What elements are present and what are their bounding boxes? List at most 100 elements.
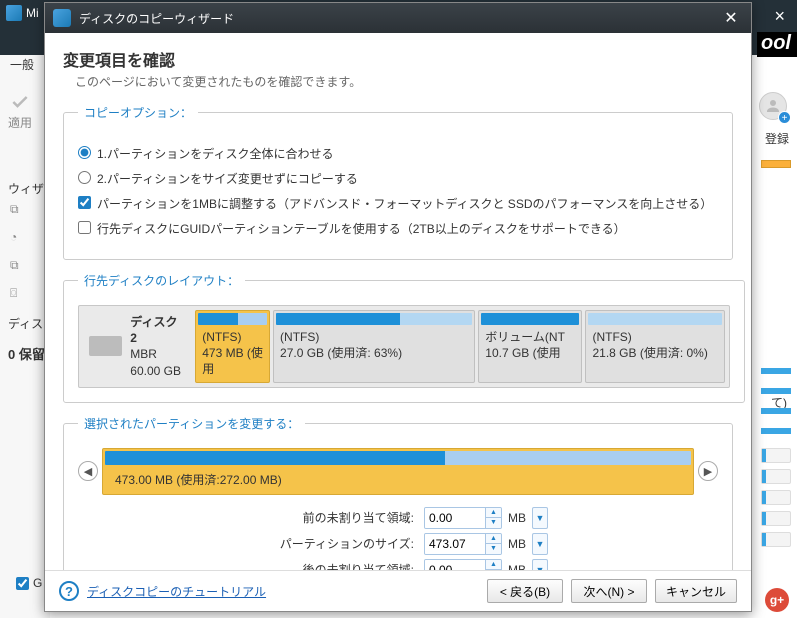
partition-1-fs: (NTFS) <box>202 329 263 345</box>
page-heading: 変更項目を確認 <box>63 47 733 71</box>
before-space-label: 前の未割り当て領域: <box>248 509 418 526</box>
copy-option-2[interactable]: 2.パーティションをサイズ変更せずにコピーする <box>78 170 718 187</box>
bg-left-panel <box>0 55 50 618</box>
after-space-spinner[interactable]: ▲▼ <box>424 559 502 570</box>
before-space-input[interactable] <box>425 508 485 528</box>
google-plus-icon[interactable]: g+ <box>765 588 789 612</box>
sidebar-icons: ⧉ ◔ ⧉ ⌼ <box>10 202 26 302</box>
copy-option-1-radio[interactable] <box>78 146 91 159</box>
copy-option-1[interactable]: 1.パーティションをディスク全体に合わせる <box>78 145 718 162</box>
after-space-label: 後の未割り当て領域: <box>248 561 418 570</box>
size-unit: MB <box>508 537 526 551</box>
partition-4-size: 21.8 GB (使用済: 0%) <box>592 345 718 361</box>
copy-option-2-radio[interactable] <box>78 171 91 184</box>
partition-size-label: パーティションのサイズ: <box>248 535 418 552</box>
check-icon <box>6 92 34 112</box>
copy-disk-wizard-dialog: ディスクのコピーウィザード ✕ 変更項目を確認 このページにおいて変更されたもの… <box>44 2 752 612</box>
align-1mb-checkbox[interactable] <box>78 196 91 209</box>
partition-2-fs: (NTFS) <box>280 329 468 345</box>
up-arrow-icon[interactable]: ▲ <box>486 508 501 519</box>
wizard-icon <box>53 9 71 27</box>
disk-name: ディスク 2 <box>130 314 186 346</box>
back-button[interactable]: < 戻る(B) <box>487 579 563 603</box>
up-arrow-icon[interactable]: ▲ <box>486 534 501 545</box>
after-unit: MB <box>508 563 526 570</box>
sidebar-icon-3[interactable]: ⧉ <box>10 258 26 274</box>
sidebar-icon-4[interactable]: ⌼ <box>10 286 26 302</box>
g-checkbox-input[interactable] <box>16 577 29 590</box>
size-unit-dropdown[interactable]: ▼ <box>532 533 548 555</box>
disk-info: ディスク 2 MBR 60.00 GB <box>83 310 192 383</box>
align-1mb-label: パーティションを1MBに調整する（アドバンスド・フォーマットディスクと SSDの… <box>97 195 712 212</box>
down-arrow-icon[interactable]: ▼ <box>486 544 501 554</box>
after-space-input[interactable] <box>425 560 485 570</box>
align-1mb-option[interactable]: パーティションを1MBに調整する（アドバンスド・フォーマットディスクと SSDの… <box>78 195 718 212</box>
disk-icon <box>89 336 122 356</box>
dialog-title: ディスクのコピーウィザード <box>79 10 711 27</box>
sidebar-wizard-label: ウィザ <box>8 180 44 197</box>
sidebar-icon-1[interactable]: ⧉ <box>10 202 26 218</box>
disk-size: 60.00 GB <box>130 363 186 379</box>
size-fields: 前の未割り当て領域: ▲▼ MB ▼ パーティションのサイズ: ▲▼ MB <box>78 507 718 570</box>
bg-close-icon[interactable]: × <box>774 6 785 27</box>
next-button[interactable]: 次へ(N) > <box>571 579 647 603</box>
before-unit: MB <box>508 511 526 525</box>
guid-checkbox[interactable] <box>78 221 91 234</box>
after-unit-dropdown[interactable]: ▼ <box>532 559 548 570</box>
disk-type: MBR <box>130 346 186 362</box>
disk-layout: ディスク 2 MBR 60.00 GB (NTFS) 473 MB (使用 (N… <box>78 305 730 388</box>
selected-partition-group: 選択されたパーティションを変更する： ◀ 473.00 MB (使用済:272.… <box>63 415 733 570</box>
dialog-footer: ? ディスクコピーのチュートリアル < 戻る(B) 次へ(N) > キャンセル <box>45 570 751 611</box>
down-arrow-icon[interactable]: ▼ <box>486 518 501 528</box>
dialog-titlebar: ディスクのコピーウィザード ✕ <box>45 3 751 33</box>
close-icon[interactable]: ✕ <box>719 6 743 30</box>
app-icon <box>6 5 22 21</box>
login-label[interactable]: 登録 <box>765 130 789 147</box>
apply-label: 適用 <box>8 114 32 131</box>
next-partition-button[interactable]: ▶ <box>698 461 718 481</box>
partition-size-spinner[interactable]: ▲▼ <box>424 533 502 555</box>
selected-partition-caption: 473.00 MB (使用済:272.00 MB) <box>105 471 691 488</box>
cancel-button[interactable]: キャンセル <box>655 579 737 603</box>
partition-4-fs: (NTFS) <box>592 329 718 345</box>
bg-app-prefix: Mi <box>26 6 39 20</box>
guid-label: 行先ディスクにGUIDパーティションテーブルを使用する（2TB以上のディスクをサ… <box>97 220 626 237</box>
copy-option-2-label: 2.パーティションをサイズ変更せずにコピーする <box>97 170 358 187</box>
partition-2[interactable]: (NTFS) 27.0 GB (使用済: 63%) <box>273 310 475 383</box>
dest-layout-group: 行先ディスクのレイアウト： ディスク 2 MBR 60.00 GB (NTFS)… <box>63 272 745 403</box>
bg-disk-hints <box>761 160 791 558</box>
brand-tail: ool <box>757 32 797 57</box>
before-space-spinner[interactable]: ▲▼ <box>424 507 502 529</box>
tutorial-link[interactable]: ディスクコピーのチュートリアル <box>87 583 266 600</box>
tab-general[interactable]: 一般 <box>10 56 34 73</box>
partition-3[interactable]: ボリューム(NT 10.7 GB (使用 <box>478 310 582 383</box>
copy-options-group: コピーオプション： 1.パーティションをディスク全体に合わせる 2.パーティショ… <box>63 104 733 260</box>
selected-partition-legend: 選択されたパーティションを変更する： <box>78 415 305 432</box>
apply-button: 適用 <box>6 92 34 131</box>
pending-ops-label: 0 保留 <box>8 344 45 363</box>
before-unit-dropdown[interactable]: ▼ <box>532 507 548 529</box>
page-subheading: このページにおいて変更されたものを確認できます。 <box>63 73 733 90</box>
copy-options-legend: コピーオプション： <box>78 104 198 121</box>
dest-layout-legend: 行先ディスクのレイアウト： <box>78 272 245 289</box>
up-arrow-icon[interactable]: ▲ <box>486 560 501 570</box>
partition-1-size: 473 MB (使用 <box>202 345 263 377</box>
dialog-body: 変更項目を確認 このページにおいて変更されたものを確認できます。 コピーオプショ… <box>45 33 751 570</box>
partition-4[interactable]: (NTFS) 21.8 GB (使用済: 0%) <box>585 310 725 383</box>
user-avatar[interactable]: + <box>759 92 789 122</box>
partition-3-size: 10.7 GB (使用 <box>485 345 575 361</box>
plus-icon: + <box>778 111 791 124</box>
partition-3-fs: ボリューム(NT <box>485 329 575 345</box>
guid-option[interactable]: 行先ディスクにGUIDパーティションテーブルを使用する（2TB以上のディスクをサ… <box>78 220 718 237</box>
partition-2-size: 27.0 GB (使用済: 63%) <box>280 345 468 361</box>
prev-partition-button[interactable]: ◀ <box>78 461 98 481</box>
bg-app-title: Mi <box>6 5 39 21</box>
g-checkbox-label: G <box>33 576 42 590</box>
g-checkbox[interactable]: G <box>16 576 42 590</box>
partition-slider[interactable]: 473.00 MB (使用済:272.00 MB) <box>102 448 694 495</box>
partition-1[interactable]: (NTFS) 473 MB (使用 <box>195 310 270 383</box>
sidebar-disk-label: ディス <box>8 315 43 332</box>
sidebar-icon-2[interactable]: ◔ <box>10 230 26 246</box>
help-icon[interactable]: ? <box>59 581 79 601</box>
partition-size-input[interactable] <box>425 534 485 554</box>
